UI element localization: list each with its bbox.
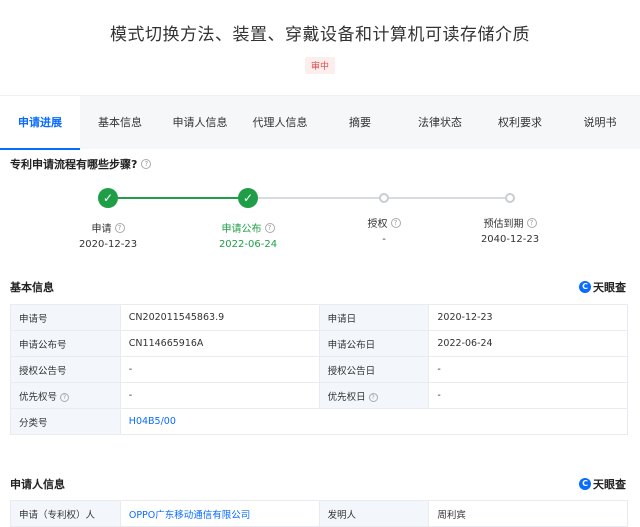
- field-value: -: [119, 356, 320, 383]
- table-row: 优先权号? - 优先权日? -: [10, 382, 628, 409]
- field-key: 优先权号?: [10, 382, 121, 409]
- field-key: 申请公布号: [10, 330, 121, 357]
- table-row: 授权公告号 - 授权公告日 -: [10, 356, 628, 383]
- field-value: -: [428, 356, 628, 383]
- step-date: 2040-12-23: [480, 234, 540, 245]
- tab-agent-info[interactable]: 代理人信息: [240, 96, 320, 150]
- basic-info-table: 申请号 CN202011545863.9 申请日 2020-12-23 申请公布…: [10, 304, 629, 435]
- field-key: 授权公告日: [318, 356, 430, 383]
- field-value: OPPO广东移动通信有限公司: [119, 500, 320, 527]
- table-row: 分类号 H04B5/00: [10, 408, 629, 435]
- help-icon[interactable]: ?: [390, 217, 401, 228]
- step-date: 2020-12-23: [78, 239, 138, 250]
- tab-description[interactable]: 说明书: [560, 96, 640, 150]
- tab-claims[interactable]: 权利要求: [480, 96, 560, 150]
- applicant-info-table: 申请（专利权）人 OPPO广东移动通信有限公司 发明人 周利宾: [10, 500, 628, 527]
- field-key: 申请公布日: [318, 330, 430, 357]
- basic-info-title: 基本信息: [10, 281, 54, 294]
- logo-text: 天眼查: [593, 478, 626, 491]
- progress-steps: ✓ 申请? 2020-12-23 ✓ 申请公布? 2022-06-24 授权? …: [0, 188, 640, 258]
- tianyancha-logo-icon: C: [579, 281, 591, 293]
- field-value: -: [119, 382, 320, 409]
- tianyancha-logo-icon: C: [579, 478, 591, 490]
- step-expiry: 预估到期? 2040-12-23: [450, 188, 570, 245]
- help-icon[interactable]: ?: [141, 159, 152, 169]
- pending-dot-icon: [505, 193, 515, 203]
- tab-progress[interactable]: 申请进展: [0, 95, 80, 150]
- status-badge: 审中: [304, 57, 335, 74]
- table-row: 申请公布号 CN114665916A 申请公布日 2022-06-24: [10, 330, 628, 357]
- field-value: CN114665916A: [119, 330, 320, 357]
- step-label: 申请公布: [221, 224, 262, 235]
- help-icon[interactable]: ?: [368, 392, 378, 402]
- field-key: 分类号: [10, 408, 121, 435]
- step-label: 授权: [367, 219, 388, 230]
- field-key: 申请（专利权）人: [10, 500, 121, 527]
- applicant-info-title: 申请人信息: [10, 478, 65, 491]
- field-value: -: [428, 382, 628, 409]
- flow-question: 专利申请流程有哪些步骤? ?: [10, 156, 152, 172]
- tab-legal-status[interactable]: 法律状态: [400, 96, 480, 150]
- step-apply: ✓ 申请? 2020-12-23: [48, 188, 168, 250]
- field-key: 发明人: [318, 500, 430, 527]
- field-key: 优先权日?: [318, 382, 430, 409]
- tianyancha-logo[interactable]: C 天眼查: [579, 476, 626, 492]
- tab-applicant-info[interactable]: 申请人信息: [160, 96, 240, 150]
- help-icon[interactable]: ?: [114, 222, 125, 233]
- field-key: 授权公告号: [10, 356, 121, 383]
- field-key: 申请日: [318, 304, 430, 331]
- step-date: 2022-06-24: [218, 239, 278, 250]
- field-value: 周利宾: [428, 500, 628, 527]
- flow-question-text: 专利申请流程有哪些步骤?: [10, 158, 138, 171]
- applicant-link[interactable]: OPPO广东移动通信有限公司: [129, 510, 250, 521]
- tab-abstract[interactable]: 摘要: [320, 96, 400, 150]
- step-date: -: [382, 234, 386, 245]
- help-icon[interactable]: ?: [60, 392, 70, 402]
- pending-dot-icon: [379, 193, 389, 203]
- help-icon[interactable]: ?: [526, 217, 537, 228]
- step-grant: 授权? -: [324, 188, 444, 245]
- step-label: 申请: [91, 224, 112, 235]
- patent-title: 模式切换方法、装置、穿戴设备和计算机可读存储介质: [110, 25, 530, 45]
- check-icon: ✓: [238, 188, 258, 208]
- tab-bar: 申请进展 基本信息 申请人信息 代理人信息 摘要 法律状态 权利要求 说明书: [0, 95, 640, 150]
- step-publish: ✓ 申请公布? 2022-06-24: [188, 188, 308, 250]
- step-label: 预估到期: [483, 219, 524, 230]
- help-icon[interactable]: ?: [264, 222, 275, 233]
- page-header: 模式切换方法、装置、穿戴设备和计算机可读存储介质 审中: [0, 0, 640, 95]
- field-value: 2020-12-23: [428, 304, 628, 331]
- table-row: 申请号 CN202011545863.9 申请日 2020-12-23: [10, 304, 628, 331]
- check-icon: ✓: [98, 188, 118, 208]
- tianyancha-logo[interactable]: C 天眼查: [579, 279, 626, 295]
- field-value: CN202011545863.9: [119, 304, 320, 331]
- field-key: 申请号: [10, 304, 121, 331]
- priority-no-label: 优先权号: [19, 391, 58, 403]
- field-value: 2022-06-24: [428, 330, 628, 357]
- classification-link[interactable]: H04B5/00: [129, 416, 176, 427]
- table-row: 申请（专利权）人 OPPO广东移动通信有限公司 发明人 周利宾: [10, 500, 628, 527]
- priority-date-label: 优先权日: [327, 391, 366, 403]
- logo-text: 天眼查: [593, 281, 626, 294]
- tab-basic-info[interactable]: 基本信息: [80, 96, 160, 150]
- field-value: H04B5/00: [119, 408, 629, 435]
